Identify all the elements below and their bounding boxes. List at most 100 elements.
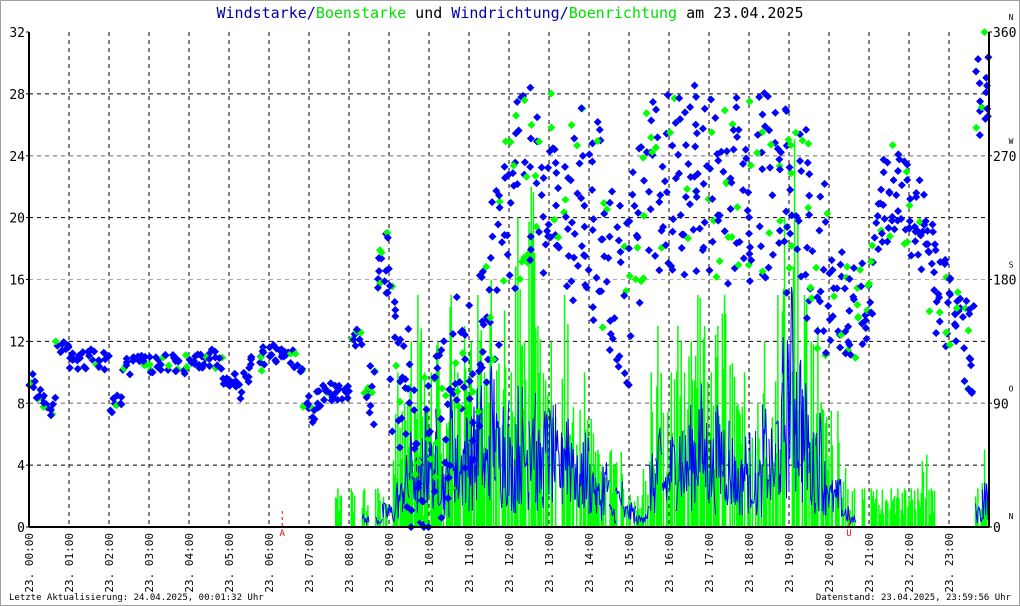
wind-direction-point — [826, 336, 835, 345]
x-tick-label: 23. 07:00 — [303, 533, 316, 593]
wind-direction-point — [824, 301, 833, 310]
wind-direction-point — [584, 265, 593, 274]
wind-direction-point — [422, 405, 431, 414]
y-tick-label: 12 — [9, 335, 25, 350]
wind-direction-point — [592, 273, 601, 282]
wind-direction-point — [580, 222, 589, 231]
wind-direction-point — [714, 156, 723, 165]
wind-direction-point — [613, 223, 622, 232]
wind-direction-point — [775, 226, 784, 235]
wind-direction-point — [386, 375, 395, 384]
wind-direction-point — [689, 225, 698, 234]
x-tick-label: 23. 10:00 — [423, 533, 436, 593]
wind-direction-point — [552, 168, 561, 177]
wind-direction-point — [872, 218, 881, 227]
wind-direction-point — [465, 301, 474, 310]
wind-direction-point — [768, 250, 777, 259]
wind-direction-point — [906, 195, 915, 204]
wind-direction-point — [668, 141, 677, 150]
wind-direction-point — [905, 217, 914, 226]
wind-direction-point — [351, 341, 360, 350]
x-tick-label: 23. 19:00 — [783, 533, 796, 593]
gust-direction-point — [980, 28, 989, 37]
wind-direction-point — [651, 251, 660, 260]
wind-direction-point — [805, 191, 814, 200]
wind-direction-point — [975, 131, 984, 140]
gust-direction-point — [550, 215, 559, 224]
gust-direction-point — [854, 312, 863, 321]
wind-direction-point — [931, 246, 940, 255]
wind-direction-point — [663, 90, 672, 99]
wind-direction-point — [681, 108, 690, 117]
wind-direction-point — [821, 217, 830, 226]
gust-direction-point — [806, 283, 815, 292]
wind-direction-point — [405, 398, 414, 407]
wind-direction-point — [975, 79, 984, 88]
wind-direction-point — [681, 193, 690, 202]
wind-direction-point — [526, 83, 535, 92]
wind-direction-point — [578, 151, 587, 160]
x-tick-label: 23. 18:00 — [743, 533, 756, 593]
y-right-tick-label: 0 — [993, 521, 1001, 536]
wind-direction-point — [764, 263, 773, 272]
wind-direction-point — [343, 394, 352, 403]
gust-direction-point — [745, 97, 754, 106]
wind-direction-point — [595, 125, 604, 134]
x-tick-label: 23. 09:00 — [383, 533, 396, 593]
wind-direction-point — [692, 193, 701, 202]
wind-direction-point — [658, 162, 667, 171]
wind-direction-point — [554, 184, 563, 193]
wind-direction-point — [768, 191, 777, 200]
wind-direction-point — [570, 134, 579, 143]
wind-direction-point — [935, 317, 944, 326]
wind-direction-point — [51, 393, 60, 402]
wind-direction-point — [492, 286, 501, 295]
wind-direction-point — [816, 192, 825, 201]
wind-direction-point — [706, 95, 715, 104]
gust-direction-point — [823, 209, 832, 218]
gust-direction-point — [451, 359, 460, 368]
wind-direction-point — [465, 377, 474, 386]
wind-direction-point — [405, 360, 414, 369]
chart-frame: Windstarke/Boenstarke und Windrichtung/B… — [0, 0, 1020, 606]
wind-direction-point — [628, 190, 637, 199]
gust-direction-point — [843, 262, 852, 271]
wind-direction-point — [873, 211, 882, 220]
wind-direction-point — [914, 250, 923, 259]
wind-direction-point — [943, 298, 952, 307]
wind-direction-point — [588, 225, 597, 234]
gust-direction-point — [804, 203, 813, 212]
compass-label: N — [1009, 512, 1014, 521]
wind-direction-point — [616, 258, 625, 267]
wind-direction-point — [797, 167, 806, 176]
wind-direction-point — [677, 244, 686, 253]
wind-direction-point — [639, 176, 648, 185]
wind-direction-point — [237, 388, 246, 397]
wind-direction-point — [758, 110, 767, 119]
wind-direction-point — [820, 179, 829, 188]
wind-direction-point — [375, 267, 384, 276]
wind-direction-point — [836, 260, 845, 269]
wind-direction-point — [755, 222, 764, 231]
y-tick-label: 4 — [17, 459, 25, 474]
wind-direction-point — [681, 141, 690, 150]
compass-label: W — [1009, 137, 1014, 146]
wind-direction-point — [674, 150, 683, 159]
gust-direction-point — [888, 141, 897, 150]
wind-direction-point — [494, 220, 503, 229]
wind-direction-point — [560, 162, 569, 171]
wind-direction-point — [775, 155, 784, 164]
y-tick-label: 32 — [9, 26, 25, 41]
gust-direction-point — [733, 203, 742, 212]
gust-direction-point — [925, 307, 934, 316]
gust-direction-point — [598, 323, 607, 332]
wind-direction-point — [686, 103, 695, 112]
wind-direction-point — [500, 162, 509, 171]
wind-direction-point — [803, 158, 812, 167]
wind-direction-point — [745, 277, 754, 286]
gust-direction-point — [499, 276, 508, 285]
wind-direction-point — [700, 104, 709, 113]
wind-direction-point — [602, 277, 611, 286]
wind-direction-point — [879, 168, 888, 177]
wind-direction-point — [708, 237, 717, 246]
